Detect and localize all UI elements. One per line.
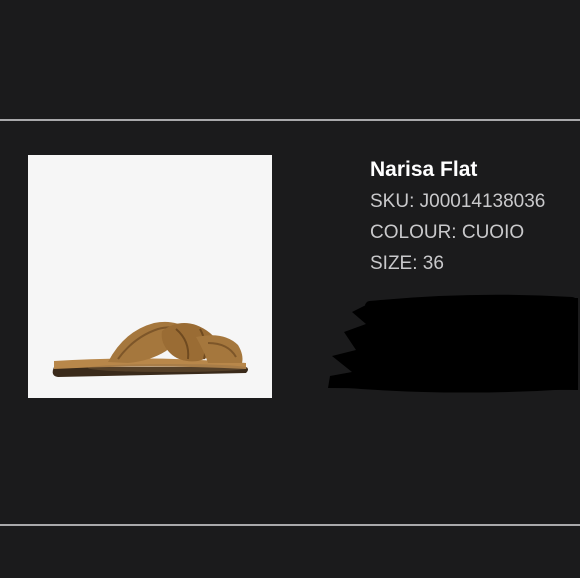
top-divider [0, 119, 580, 121]
product-colour: COLOUR: CUOIO [370, 222, 525, 243]
sandal-icon [52, 321, 249, 377]
product-image [28, 155, 272, 398]
product-sku: SKU: J00014138036 [370, 191, 546, 212]
product-title: Narisa Flat [370, 158, 478, 181]
bottom-divider [0, 524, 580, 526]
product-size: SIZE: 36 [370, 253, 444, 274]
redaction-scribble [322, 292, 580, 396]
product-details: Narisa Flat SKU: J00014138036 COLOUR: CU… [370, 156, 575, 279]
